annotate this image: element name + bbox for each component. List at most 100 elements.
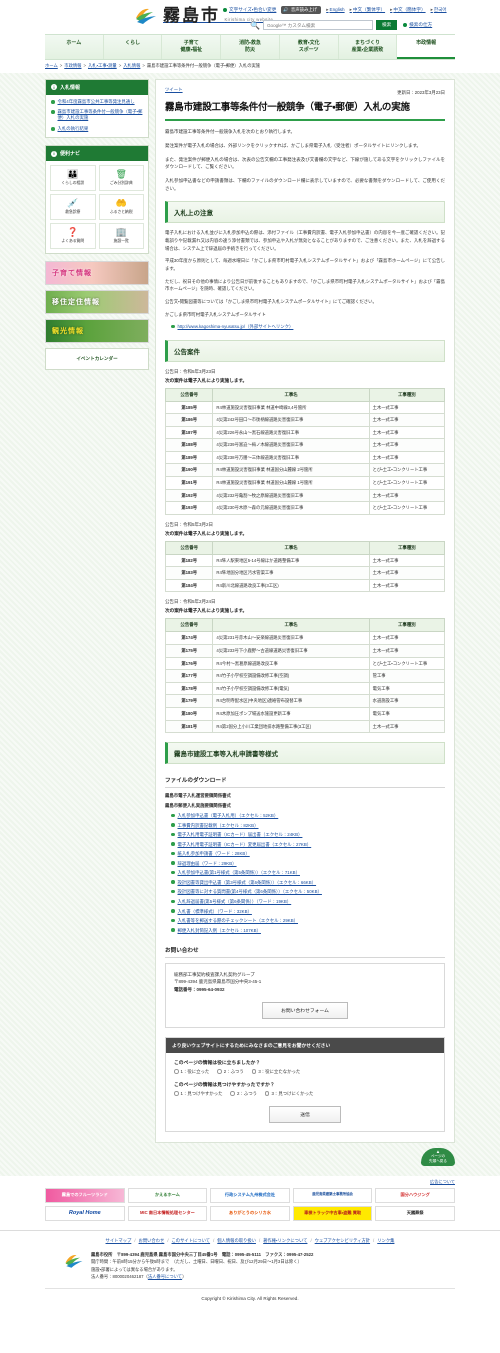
sidebar-link-item[interactable]: 霧島市建設工事等条件付一般競争（電子・郵便）入札の実施: [51, 109, 143, 122]
ad-banner[interactable]: 行政システム九州株式会社: [210, 1187, 290, 1203]
sidebar-link-shikkou-kekka[interactable]: 入札の執行結果: [58, 126, 89, 132]
download-link[interactable]: 設計図書等に対する質問書(第4号様式（第6条関係））（エクセル：50KB）: [178, 888, 322, 895]
download-list-item[interactable]: 設計図書等貸出申込書（第3号様式（第6条関係））（エクセル：66KB）: [171, 879, 445, 886]
gnav-kurashi[interactable]: くらし: [104, 35, 163, 59]
footer-link-privacy[interactable]: 個人情報の取り扱い: [217, 1238, 256, 1243]
breadcrumb-item-3[interactable]: 入札情報: [123, 63, 140, 68]
radio-icon[interactable]: [217, 1069, 222, 1074]
sidebar-link-item[interactable]: 入札の執行結果: [51, 126, 143, 132]
search-input[interactable]: [262, 20, 373, 30]
download-list-item[interactable]: 入札参加申込書（電子入札用）（エクセル：52KB）: [171, 812, 445, 819]
portal-link-item[interactable]: http://www.kagoshima-nyusatsu.jp/（外部サイトへ…: [171, 323, 445, 330]
survey-q1-option-3[interactable]: 3：役に立たなかった: [251, 1069, 300, 1075]
download-list-item[interactable]: 入札書等を郵送する際のチェックシート（エクセル：29KB）: [171, 917, 445, 924]
sidebar-link-kensetsu-nyusatsu[interactable]: 霧島市建設工事等条件付一般競争（電子・郵便）入札の実施: [58, 109, 144, 122]
breadcrumb-item-2[interactable]: 入札・工事・測量: [88, 63, 117, 68]
download-list-item[interactable]: 設計図書等に対する質問書(第4号様式（第6条関係））（エクセル：50KB）: [171, 888, 445, 895]
lang-korean[interactable]: 한국어: [431, 7, 447, 13]
radio-icon[interactable]: [174, 1091, 179, 1096]
download-link[interactable]: 電子入札用電子証明書（ICカード）届出書（エクセル：24KB）: [178, 831, 303, 838]
survey-q2-option-1[interactable]: 1：見つけやすかった: [174, 1091, 222, 1097]
radio-icon[interactable]: [264, 1091, 270, 1096]
download-link[interactable]: 設計図書等貸出申込書（第3号様式（第6条関係））（エクセル：66KB）: [178, 879, 317, 886]
footer-link-linkshu[interactable]: リンク集: [377, 1238, 394, 1243]
banner-kanko-joho[interactable]: 観光情報: [45, 319, 149, 343]
download-link[interactable]: 入札参加申込書（電子入札用）（エクセル：52KB）: [178, 812, 279, 819]
survey-q2-option-2[interactable]: 2：ふつう: [230, 1091, 257, 1097]
footer-corp-number-link[interactable]: 法人番号について: [148, 1274, 182, 1279]
navi-tile-gomi-bunbetsu[interactable]: 🗑 ごみ分別辞典: [98, 165, 144, 191]
gnav-home[interactable]: ホーム: [45, 35, 104, 59]
download-list-item[interactable]: 入札参加申込書(第1号様式（第5条関係））（エクセル：71KB）: [171, 869, 445, 876]
download-link[interactable]: 入札書等を郵送する際のチェックシート（エクセル：29KB）: [178, 917, 299, 924]
gnav-kyouiku[interactable]: 教育・文化 スポーツ: [280, 35, 339, 59]
download-list-item[interactable]: 紙入札参加申請書（ワード：28KB）: [171, 850, 445, 857]
bid-name: R4林道施設災害復旧事業 林道国分山麓線 2号箇所: [212, 463, 370, 477]
footer-link-contact[interactable]: お問い合わせ: [139, 1238, 165, 1243]
gnav-shisei-joho[interactable]: 市政情報: [397, 35, 456, 59]
survey-submit-button[interactable]: 送信: [269, 1105, 341, 1123]
download-link[interactable]: 紙入札参加申請書（ワード：28KB）: [178, 850, 250, 857]
gnav-kosodate[interactable]: 子育て 健康・福祉: [162, 35, 222, 59]
navi-tile-yokuaru-shitsumon[interactable]: ❓ よくある質問: [50, 223, 96, 249]
lang-chinese-simplified[interactable]: 中文（簡体字）: [390, 7, 425, 13]
tweet-link[interactable]: ツイート: [165, 87, 183, 92]
footer-link-copyright[interactable]: 著作権・リンクについて: [263, 1238, 307, 1243]
ad-banner[interactable]: 霧島でのフルーツランド: [45, 1187, 125, 1203]
download-link[interactable]: 工事費内訳書記載例（エクセル：82KB）: [178, 822, 259, 829]
ad-banner[interactable]: 鹿児島県建築士事務所協会: [292, 1187, 373, 1203]
download-list-item[interactable]: 郵便入札封筒記入例（エクセル：107KB）: [171, 927, 445, 934]
gnav-machizukuri[interactable]: まちづくり 産業・企業誘致: [339, 35, 398, 59]
ad-banner[interactable]: ありがとうのシリカ水: [210, 1205, 290, 1221]
kagoshima-portal-link[interactable]: http://www.kagoshima-nyusatsu.jp/（外部サイトへ…: [178, 323, 294, 330]
download-list-item[interactable]: 入札書（標準様式）（ワード：32KB）: [171, 908, 445, 915]
navi-tile-kyuukyuu-shinryou[interactable]: 💉 救急診療: [50, 194, 96, 220]
sidebar-link-item[interactable]: 令和4年度霧島市公共工事等発注見通し: [51, 99, 143, 105]
survey-q1-option-1[interactable]: 1：役に立った: [174, 1069, 209, 1075]
search-help-link[interactable]: 検索の仕方: [403, 22, 432, 28]
banner-kosodate-joho[interactable]: 子育て情報: [45, 261, 149, 285]
ad-banner[interactable]: Royal Home: [45, 1205, 125, 1221]
download-link[interactable]: 入札参加申込書(第1号様式（第5条関係））（エクセル：71KB）: [178, 869, 300, 876]
download-list-item[interactable]: 電子入札用電子証明書（ICカード）変更届出書（エクセル：27KB）: [171, 841, 445, 848]
download-link[interactable]: 辞退理由届（ワード：29KB）: [178, 860, 237, 867]
radio-icon[interactable]: [251, 1069, 257, 1074]
download-list-item[interactable]: 電子入札用電子証明書（ICカード）届出書（エクセル：24KB）: [171, 831, 445, 838]
ad-banner[interactable]: 車検トラック中古車・盗難 買取: [292, 1205, 373, 1221]
download-link[interactable]: 入札辞退届書(第5号様式（第6条関係））（ワード：19KB）: [178, 898, 292, 905]
voice-reading-button[interactable]: 🔊 音声読み上げ: [281, 6, 322, 14]
font-size-color-link[interactable]: 文字サイズ・色合い変更: [223, 7, 276, 13]
sidebar-link-hatchuu-mitooshi[interactable]: 令和4年度霧島市公共工事等発注見通し: [58, 99, 135, 105]
gnav-bousai[interactable]: 消防・救急 防災: [221, 35, 280, 59]
radio-icon[interactable]: [174, 1069, 179, 1074]
ad-banner[interactable]: 天國葬祭: [375, 1205, 455, 1221]
navi-tile-shisetsu-ichiran[interactable]: 🏢 施設一覧: [98, 223, 144, 249]
breadcrumb-item-0[interactable]: ホーム: [45, 63, 58, 68]
footer-link-sitemap[interactable]: サイトマップ: [106, 1238, 132, 1243]
navi-tile-furusato-nouzei[interactable]: 🤲 ふるさと納税: [98, 194, 144, 220]
footer-link-about[interactable]: このサイトについて: [172, 1238, 211, 1243]
radio-icon[interactable]: [230, 1091, 235, 1096]
ad-banner[interactable]: かえるホーム: [127, 1187, 208, 1203]
footer-link-accessibility[interactable]: ウェブアクセシビリティ方針: [315, 1238, 370, 1243]
event-calendar-button[interactable]: イベントカレンダー: [45, 348, 149, 370]
lang-english[interactable]: English: [326, 7, 345, 13]
breadcrumb-item-1[interactable]: 市政情報: [64, 63, 81, 68]
download-link[interactable]: 電子入札用電子証明書（ICカード）変更届出書（エクセル：27KB）: [178, 841, 312, 848]
page-top-button[interactable]: ▲ ページの 先頭へ戻る: [421, 1147, 455, 1166]
survey-q1-option-2[interactable]: 2：ふつう: [217, 1069, 244, 1075]
ad-banner[interactable]: MIC 南日本情報処理センター: [127, 1205, 208, 1221]
contact-form-button[interactable]: お問い合わせフォーム: [262, 1001, 348, 1019]
banner-ijyuu-teijyuu-joho[interactable]: 移住定住情報: [45, 290, 149, 314]
survey-q2-option-3[interactable]: 3：見つけにくかった: [264, 1091, 313, 1097]
navi-tile-kurashi-soudan[interactable]: 👪 くらしの相談: [50, 165, 96, 191]
download-list-item[interactable]: 工事費内訳書記載例（エクセル：82KB）: [171, 822, 445, 829]
download-link[interactable]: 郵便入札封筒記入例（エクセル：107KB）: [178, 927, 261, 934]
download-link[interactable]: 入札書（標準様式）（ワード：32KB）: [178, 908, 252, 915]
lang-chinese-traditional[interactable]: 中文（繁体字）: [350, 7, 385, 13]
ad-about-link[interactable]: 広告について: [430, 1179, 455, 1184]
search-button[interactable]: 検索: [375, 20, 398, 30]
download-list-item[interactable]: 辞退理由届（ワード：29KB）: [171, 860, 445, 867]
download-list-item[interactable]: 入札辞退届書(第5号様式（第6条関係））（ワード：19KB）: [171, 898, 445, 905]
ad-banner[interactable]: 国分ハウジング: [375, 1187, 455, 1203]
